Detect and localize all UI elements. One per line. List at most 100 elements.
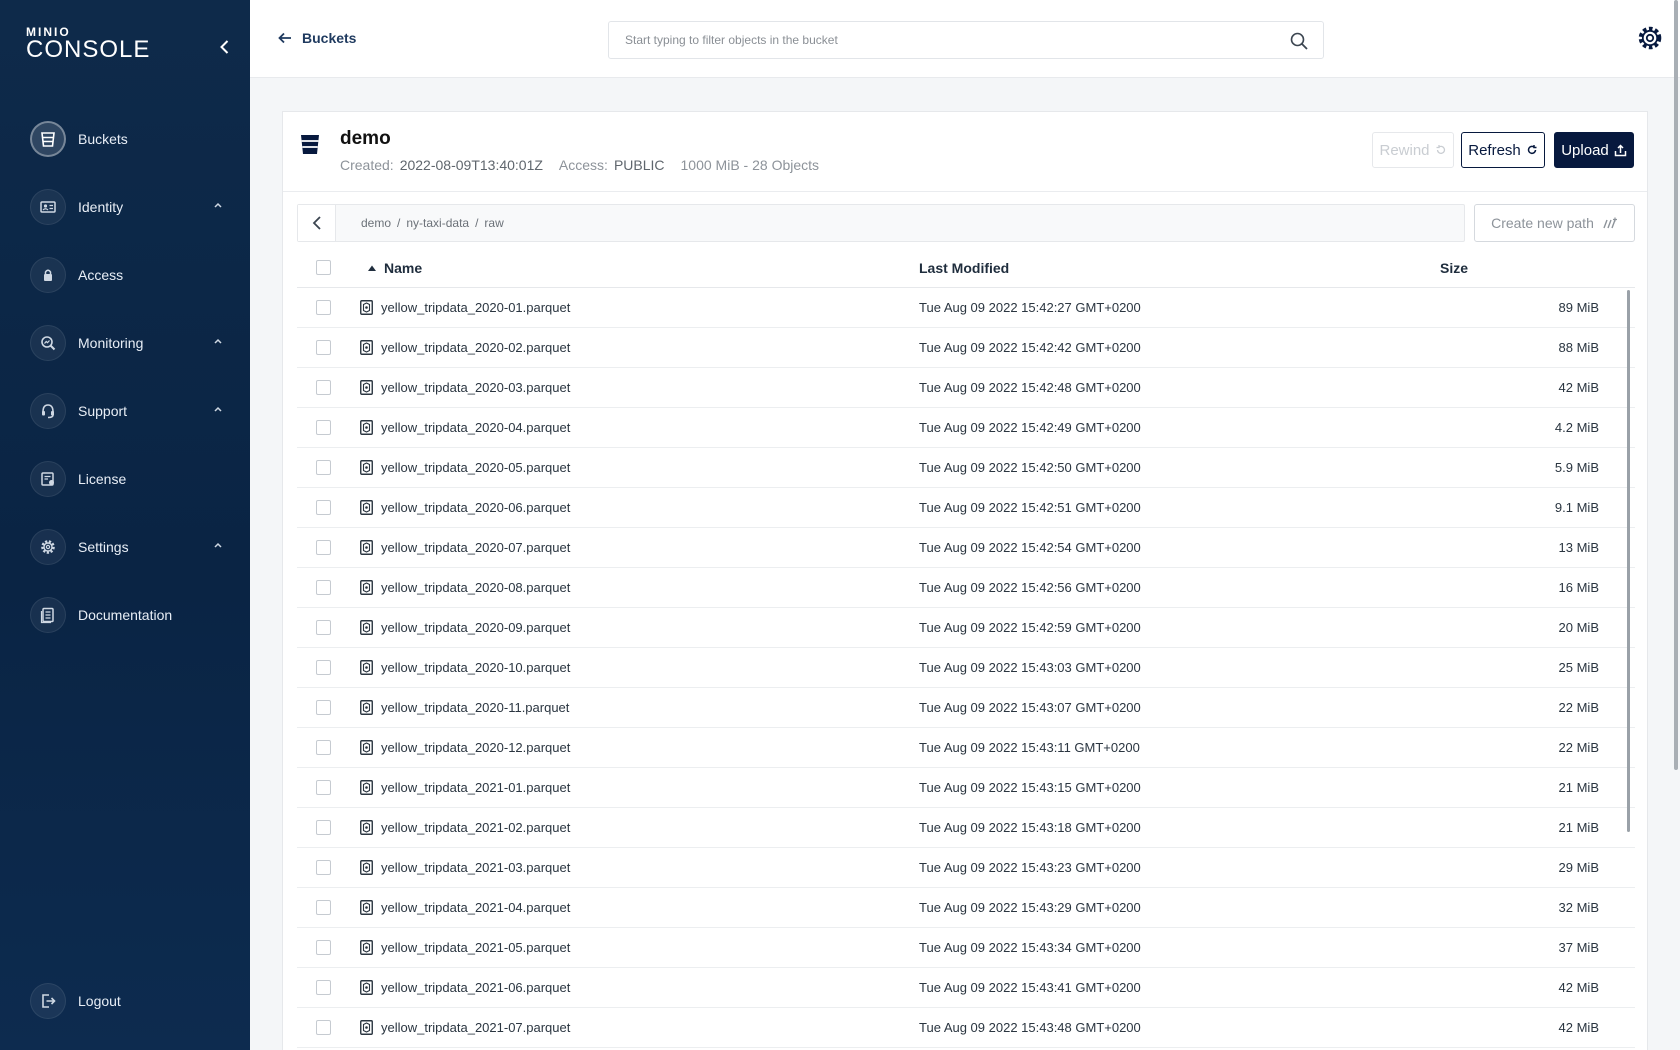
row-checkbox[interactable] [316,620,331,635]
parquet-file-icon [360,980,373,995]
row-checkbox[interactable] [316,420,331,435]
back-to-buckets-link[interactable]: Buckets [278,30,356,46]
row-checkbox[interactable] [316,940,331,955]
table-row[interactable]: yellow_tripdata_2020-06.parquet Tue Aug 0… [297,488,1635,528]
table-row[interactable]: yellow_tripdata_2021-06.parquet Tue Aug 0… [297,968,1635,1008]
sidebar-item-monitoring[interactable]: Monitoring [0,309,250,377]
parquet-file-icon [360,700,373,715]
object-size: 22 MiB [1558,700,1599,715]
table-row[interactable]: yellow_tripdata_2020-01.parquet Tue Aug 0… [297,288,1635,328]
sidebar-item-buckets[interactable]: Buckets [0,105,250,173]
table-row[interactable]: yellow_tripdata_2020-04.parquet Tue Aug 0… [297,408,1635,448]
object-name: yellow_tripdata_2020-11.parquet [381,700,570,715]
row-checkbox[interactable] [316,460,331,475]
row-checkbox[interactable] [316,380,331,395]
row-checkbox[interactable] [316,820,331,835]
object-last-modified: Tue Aug 09 2022 15:43:23 GMT+0200 [919,860,1141,875]
object-name: yellow_tripdata_2021-07.parquet [381,1020,571,1035]
table-row[interactable]: yellow_tripdata_2020-09.parquet Tue Aug 0… [297,608,1635,648]
table-row[interactable]: yellow_tripdata_2020-12.parquet Tue Aug 0… [297,728,1635,768]
path-back-button[interactable] [298,205,336,241]
column-header-last-modified[interactable]: Last Modified [919,260,1009,276]
row-checkbox[interactable] [316,860,331,875]
table-row[interactable]: yellow_tripdata_2021-04.parquet Tue Aug 0… [297,888,1635,928]
sidebar-item-access[interactable]: Access [0,241,250,309]
table-row[interactable]: yellow_tripdata_2020-10.parquet Tue Aug 0… [297,648,1635,688]
bucket-header: demo Created: 2022-08-09T13:40:01Z Access:… [283,112,1647,192]
row-checkbox[interactable] [316,580,331,595]
table-row[interactable]: yellow_tripdata_2021-07.parquet Tue Aug 0… [297,1008,1635,1048]
column-header-name[interactable]: Name [367,260,422,276]
sidebar-item-label: License [78,471,127,487]
row-checkbox[interactable] [316,1020,331,1035]
table-row[interactable]: yellow_tripdata_2020-03.parquet Tue Aug 0… [297,368,1635,408]
object-name: yellow_tripdata_2020-12.parquet [381,740,571,755]
chevron-up-icon [214,338,222,344]
row-checkbox[interactable] [316,700,331,715]
table-row[interactable]: yellow_tripdata_2021-05.parquet Tue Aug 0… [297,928,1635,968]
table-row[interactable]: yellow_tripdata_2020-08.parquet Tue Aug 0… [297,568,1635,608]
sidebar-item-label: Access [78,267,124,283]
object-name: yellow_tripdata_2020-02.parquet [381,340,571,355]
table-scrollbar[interactable] [1627,290,1630,832]
search-input[interactable] [609,22,1249,58]
refresh-label: Refresh [1468,141,1521,159]
row-checkbox[interactable] [316,900,331,915]
gear-icon [30,529,66,565]
id-card-icon [30,189,66,225]
row-checkbox[interactable] [316,980,331,995]
object-name: yellow_tripdata_2021-06.parquet [381,980,571,995]
rewind-button[interactable]: Rewind [1372,132,1454,168]
logout-button[interactable]: Logout [0,967,250,1035]
back-link-label: Buckets [302,30,357,46]
breadcrumb-segment[interactable]: raw [484,216,503,230]
table-row[interactable]: yellow_tripdata_2021-03.parquet Tue Aug 0… [297,848,1635,888]
sidebar-item-support[interactable]: Support [0,377,250,445]
support-icon [30,393,66,429]
row-checkbox[interactable] [316,500,331,515]
top-bar: Buckets [250,0,1680,78]
object-size: 42 MiB [1558,980,1599,995]
path-breadcrumb-bar: demo / ny-taxi-data / raw [297,204,1465,242]
settings-button[interactable] [1636,24,1664,57]
table-row[interactable]: yellow_tripdata_2020-05.parquet Tue Aug 0… [297,448,1635,488]
select-all-checkbox[interactable] [316,260,331,275]
breadcrumb-segment[interactable]: demo [361,216,391,230]
row-checkbox[interactable] [316,340,331,355]
search-icon[interactable] [1289,31,1309,51]
parquet-file-icon [360,460,373,475]
refresh-button[interactable]: Refresh [1461,132,1545,168]
table-row[interactable]: yellow_tripdata_2020-07.parquet Tue Aug 0… [297,528,1635,568]
column-header-size[interactable]: Size [1440,260,1468,276]
collapse-sidebar-button[interactable] [216,38,234,56]
object-last-modified: Tue Aug 09 2022 15:42:54 GMT+0200 [919,540,1141,555]
sidebar-item-identity[interactable]: Identity [0,173,250,241]
sidebar-item-documentation[interactable]: Documentation [0,581,250,649]
object-name: yellow_tripdata_2021-04.parquet [381,900,571,915]
minio-console-logo[interactable]: MINIO CONSOLE [26,26,150,62]
parquet-file-icon [360,340,373,355]
table-row[interactable]: yellow_tripdata_2021-01.parquet Tue Aug 0… [297,768,1635,808]
column-name-label: Name [384,260,423,276]
sidebar-item-label: Buckets [78,131,128,147]
table-row[interactable]: yellow_tripdata_2020-11.parquet Tue Aug 0… [297,688,1635,728]
access-value[interactable]: PUBLIC [614,157,665,173]
row-checkbox[interactable] [316,540,331,555]
create-new-path-button[interactable]: Create new path [1474,204,1635,242]
object-size: 88 MiB [1558,340,1599,355]
row-checkbox[interactable] [316,660,331,675]
page-scrollbar[interactable] [1674,0,1678,770]
row-checkbox[interactable] [316,780,331,795]
object-last-modified: Tue Aug 09 2022 15:43:41 GMT+0200 [919,980,1141,995]
sidebar-item-license[interactable]: License [0,445,250,513]
breadcrumb-segment[interactable]: ny-taxi-data [406,216,469,230]
upload-icon [1614,143,1627,156]
row-checkbox[interactable] [316,300,331,315]
sidebar-item-settings[interactable]: Settings [0,513,250,581]
table-row[interactable]: yellow_tripdata_2020-02.parquet Tue Aug 0… [297,328,1635,368]
row-checkbox[interactable] [316,740,331,755]
object-last-modified: Tue Aug 09 2022 15:42:27 GMT+0200 [919,300,1141,315]
object-last-modified: Tue Aug 09 2022 15:43:11 GMT+0200 [919,740,1140,755]
upload-button[interactable]: Upload [1554,132,1634,168]
table-row[interactable]: yellow_tripdata_2021-02.parquet Tue Aug 0… [297,808,1635,848]
